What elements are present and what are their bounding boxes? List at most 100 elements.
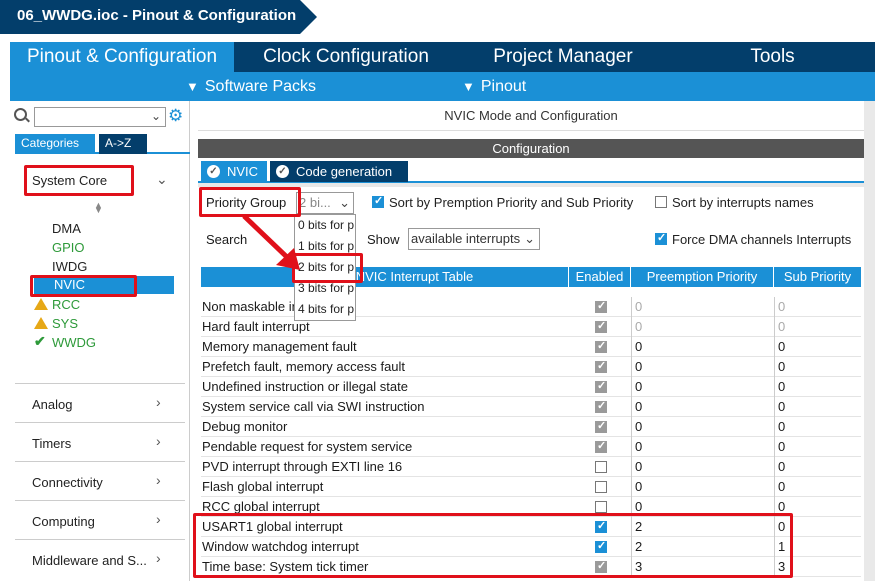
sub-priority[interactable]: 0 xyxy=(774,397,861,417)
preemption-priority[interactable]: 0 xyxy=(631,457,771,477)
sort-names-checkbox[interactable] xyxy=(655,196,667,208)
annotation-arrow xyxy=(242,214,300,270)
enabled-checkbox[interactable] xyxy=(595,339,607,353)
priority-group-value: 2 bi... xyxy=(299,195,331,210)
search-icon[interactable] xyxy=(14,108,27,121)
preemption-priority[interactable]: 0 xyxy=(631,477,771,497)
enabled-checkbox[interactable] xyxy=(595,359,607,373)
chevron-right-icon[interactable]: › xyxy=(156,550,161,566)
interrupt-name: Flash global interrupt xyxy=(202,479,324,494)
gear-icon[interactable]: ⚙ xyxy=(168,107,185,124)
table-row[interactable]: Flash global interrupt 0 0 xyxy=(201,477,861,497)
preemption-priority[interactable]: 0 xyxy=(631,357,771,377)
interrupt-name: PVD interrupt through EXTI line 16 xyxy=(202,459,403,474)
dropdown-option[interactable]: 4 bits for p xyxy=(295,299,355,320)
panel-title: NVIC Mode and Configuration xyxy=(198,101,864,131)
scrollbar[interactable] xyxy=(864,101,875,581)
item-sys[interactable]: SYS xyxy=(52,316,78,331)
pinout-menu[interactable]: ▼ Pinout xyxy=(462,72,526,101)
chevron-right-icon[interactable]: › xyxy=(156,433,161,449)
enabled-checkbox[interactable] xyxy=(595,379,607,393)
group-connectivity[interactable]: Connectivity xyxy=(32,475,103,490)
warning-icon xyxy=(34,298,48,310)
tab-categories[interactable]: Categories xyxy=(15,134,95,154)
preemption-priority[interactable]: 0 xyxy=(631,317,771,337)
preemption-priority[interactable]: 0 xyxy=(631,337,771,357)
item-dma[interactable]: DMA xyxy=(52,221,81,236)
warning-icon xyxy=(34,317,48,329)
force-dma-checkbox[interactable] xyxy=(655,231,667,245)
enabled-checkbox[interactable] xyxy=(595,481,607,493)
table-row[interactable]: Debug monitor 00 xyxy=(201,417,861,437)
interrupt-name: Pendable request for system service xyxy=(202,439,413,454)
annotation-box xyxy=(193,513,793,578)
search-input[interactable]: ⌄ xyxy=(34,107,166,127)
preemption-priority[interactable]: 0 xyxy=(631,437,771,457)
tab-a-z[interactable]: A->Z xyxy=(99,134,147,154)
group-middleware[interactable]: Middleware and S... xyxy=(32,553,147,568)
chevron-right-icon[interactable]: › xyxy=(156,472,161,488)
sort-icon[interactable]: ▲ ▼ xyxy=(94,201,103,215)
item-iwdg[interactable]: IWDG xyxy=(52,259,87,274)
tab-clock-configuration[interactable]: Clock Configuration xyxy=(236,42,456,72)
chevron-down-icon: ⌄ xyxy=(524,231,535,246)
tab-tools[interactable]: Tools xyxy=(670,42,875,72)
preemption-priority[interactable]: 0 xyxy=(631,297,771,317)
header-preemption[interactable]: Preemption Priority xyxy=(631,267,774,287)
table-row[interactable]: System service call via SWI instruction 0… xyxy=(201,397,861,417)
enabled-checkbox[interactable] xyxy=(595,501,607,513)
table-row[interactable]: Pendable request for system service 00 xyxy=(201,437,861,457)
preemption-priority[interactable]: 0 xyxy=(631,417,771,437)
enabled-checkbox[interactable] xyxy=(595,399,607,413)
show-select[interactable]: available interrupts ⌄ xyxy=(408,228,540,250)
item-wwdg[interactable]: WWDG xyxy=(52,335,96,350)
check-icon: ✔ xyxy=(34,333,46,349)
software-packs-menu[interactable]: ▼ Software Packs xyxy=(186,72,316,101)
breadcrumb-title[interactable]: 06_WWDG.ioc - Pinout & Configuration xyxy=(0,0,300,34)
config-tabs: ✓ NVIC ✓ Code generation xyxy=(198,161,864,183)
interrupt-name: Prefetch fault, memory access fault xyxy=(202,359,406,374)
sub-priority[interactable]: 0 xyxy=(774,317,861,337)
chevron-right-icon[interactable]: › xyxy=(156,394,161,410)
tab-project-manager[interactable]: Project Manager xyxy=(458,42,668,72)
chevron-down-icon: ⌄ xyxy=(339,195,350,210)
group-analog[interactable]: Analog xyxy=(32,397,72,412)
table-row[interactable]: Undefined instruction or illegal state 00 xyxy=(201,377,861,397)
header-enabled[interactable]: Enabled xyxy=(569,267,631,287)
item-gpio[interactable]: GPIO xyxy=(52,240,85,255)
tab-pinout-configuration[interactable]: Pinout & Configuration xyxy=(10,42,234,72)
table-row[interactable]: PVD interrupt through EXTI line 16 0 0 xyxy=(201,457,861,477)
preemption-priority[interactable]: 0 xyxy=(631,397,771,417)
sub-priority[interactable]: 0 xyxy=(774,377,861,397)
item-rcc[interactable]: RCC xyxy=(52,297,80,312)
sub-priority[interactable]: 0 xyxy=(774,457,861,477)
sub-priority[interactable]: 0 xyxy=(774,297,861,317)
enabled-checkbox[interactable] xyxy=(595,461,607,473)
sub-priority[interactable]: 0 xyxy=(774,437,861,457)
tab-code-generation[interactable]: ✓ Code generation xyxy=(270,161,408,182)
group-timers[interactable]: Timers xyxy=(32,436,71,451)
chevron-down-icon[interactable]: ⌄ xyxy=(151,109,161,123)
chevron-right-icon[interactable]: › xyxy=(156,511,161,527)
tab-nvic[interactable]: ✓ NVIC xyxy=(201,161,267,182)
enabled-checkbox[interactable] xyxy=(595,299,607,313)
sub-priority[interactable]: 0 xyxy=(774,417,861,437)
enabled-checkbox[interactable] xyxy=(595,419,607,433)
sub-priority[interactable]: 0 xyxy=(774,357,861,377)
configuration-bar: Configuration xyxy=(198,139,864,158)
table-row[interactable]: Memory management fault 00 xyxy=(201,337,861,357)
enabled-checkbox[interactable] xyxy=(595,439,607,453)
preemption-priority[interactable]: 0 xyxy=(631,377,771,397)
main-tabs: Pinout & Configuration Clock Configurati… xyxy=(10,42,875,72)
group-computing[interactable]: Computing xyxy=(32,514,95,529)
tab-code-generation-label: Code generation xyxy=(296,164,393,179)
header-sub-priority[interactable]: Sub Priority xyxy=(774,267,861,287)
chevron-down-icon[interactable]: ⌄ xyxy=(156,171,168,188)
divider xyxy=(15,500,185,501)
sub-priority[interactable]: 0 xyxy=(774,477,861,497)
force-dma-label: Force DMA channels Interrupts xyxy=(672,232,852,247)
sub-priority[interactable]: 0 xyxy=(774,337,861,357)
enabled-checkbox[interactable] xyxy=(595,319,607,333)
sort-preemption-checkbox[interactable] xyxy=(372,194,384,208)
table-row[interactable]: Prefetch fault, memory access fault 00 xyxy=(201,357,861,377)
